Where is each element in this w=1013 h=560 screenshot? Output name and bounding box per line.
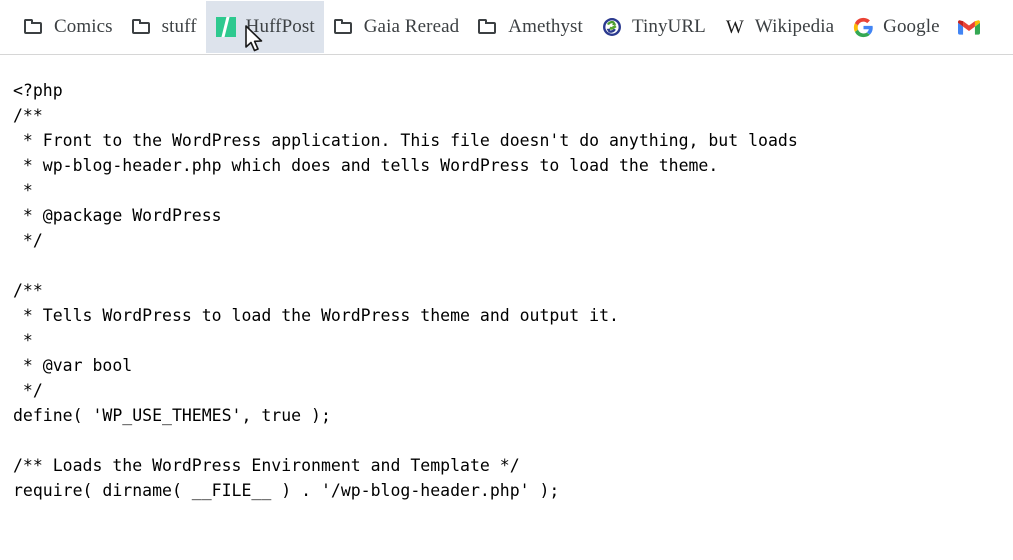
bookmark-huffpost[interactable]: HuffPost — [205, 1, 324, 53]
folder-icon — [131, 16, 153, 38]
bookmark-stuff[interactable]: stuff — [122, 1, 206, 53]
bookmark-gaia-reread[interactable]: Gaia Reread — [324, 1, 469, 53]
tinyurl-icon — [601, 16, 623, 38]
bookmark-gmail[interactable] — [949, 1, 998, 53]
bookmark-comics[interactable]: Comics — [14, 1, 122, 53]
bookmark-label: Amethyst — [508, 16, 583, 37]
php-source-code: <?php /** * Front to the WordPress appli… — [13, 81, 798, 500]
bookmark-google[interactable]: Google — [843, 1, 949, 53]
bookmarks-bar: Comics stuff HuffPost Gaia Reread Amethy… — [0, 0, 1013, 55]
bookmark-label: Wikipedia — [754, 16, 835, 37]
bookmark-label: Gaia Reread — [363, 16, 460, 37]
bookmark-tinyurl[interactable]: TinyURL — [592, 1, 715, 53]
bookmark-amethyst[interactable]: Amethyst — [468, 1, 592, 53]
folder-icon — [333, 16, 355, 38]
folder-icon — [23, 16, 45, 38]
huffpost-icon — [215, 16, 237, 38]
google-icon — [852, 16, 874, 38]
folder-icon — [477, 16, 499, 38]
bookmark-label: TinyURL — [631, 16, 706, 37]
bookmark-wikipedia[interactable]: W Wikipedia — [715, 1, 843, 53]
bookmark-label: HuffPost — [245, 16, 315, 37]
bookmark-label: Comics — [54, 16, 113, 37]
bookmark-label: stuff — [161, 16, 197, 37]
page-content-area: <?php /** * Front to the WordPress appli… — [0, 56, 1013, 560]
bookmark-label: Google — [883, 16, 940, 37]
wikipedia-icon: W — [725, 16, 744, 38]
gmail-icon — [957, 16, 980, 38]
